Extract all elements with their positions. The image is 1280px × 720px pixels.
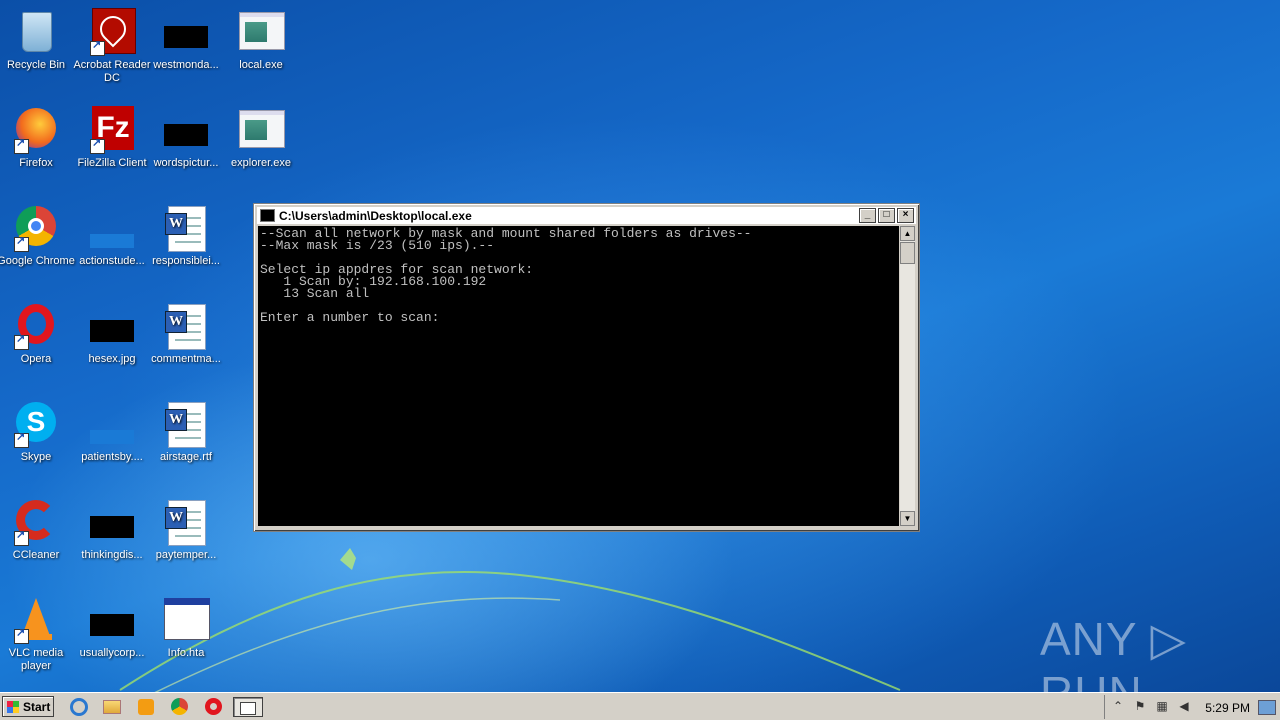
desktop-icon-acrobat[interactable]: Acrobat Reader DC [73,8,151,85]
chrome-icon [12,204,60,252]
image-file-icon [162,8,210,56]
filezilla-icon: Fz [88,106,136,154]
icon-label: commentma... [151,353,221,365]
console-output[interactable]: --Scan all network by mask and mount sha… [258,226,899,526]
opera-icon [12,302,60,350]
taskbar-console-window-button[interactable] [233,697,263,717]
skype-icon: S [12,400,60,448]
icon-label: thinkingdis... [81,549,143,561]
image-file-icon [162,106,210,154]
desktop-icon-westmonda[interactable]: westmonda... [147,8,225,72]
exe-file-icon [237,8,285,56]
desktop-icon-info-hta[interactable]: Info.hta [147,596,225,660]
system-tray: ⌃ ⚑ ▦ ◀ 5:29 PM [1104,695,1280,719]
image-file-icon [88,498,136,546]
icon-label: usuallycorp... [79,647,145,659]
desktop-icon-patientsby[interactable]: patientsby.... [73,400,151,464]
show-desktop-icon[interactable] [1258,700,1276,715]
maximize-button[interactable]: □ [878,208,895,223]
console-app-icon [260,209,275,222]
word-document-icon: W [162,302,210,350]
acrobat-icon [88,8,136,56]
image-file-icon [88,596,136,644]
scrollbar-thumb[interactable] [900,242,915,264]
icon-label: Google Chrome [0,255,75,267]
icon-label: Acrobat Reader DC [73,59,151,84]
hta-window-icon [162,596,210,644]
taskbar-clock[interactable]: 5:29 PM [1205,701,1250,715]
icon-label: paytemper... [155,549,217,561]
desktop-icon-thinkingdis[interactable]: thinkingdis... [73,498,151,562]
desktop-icon-ccleaner[interactable]: CCleaner [0,498,75,562]
icon-label: Opera [20,353,52,365]
taskbar-explorer-folder-icon[interactable] [103,697,123,717]
network-icon[interactable]: ▦ [1155,699,1169,713]
action-center-flag-icon[interactable]: ⚑ [1133,699,1147,713]
word-document-icon: W [162,204,210,252]
desktop-icon-commentma[interactable]: W commentma... [147,302,225,366]
taskbar: Start ⌃ ⚑ ▦ ◀ 5:29 PM [0,692,1280,720]
windows-logo-icon [7,701,19,713]
desktop-icon-airstage[interactable]: W airstage.rtf [147,400,225,464]
icon-label: Info.hta [167,647,205,659]
desktop-icon-explorer-exe[interactable]: explorer.exe [222,106,300,170]
desktop-icon-local-exe[interactable]: local.exe [222,8,300,72]
minimize-button[interactable]: _ [859,208,876,223]
close-button[interactable]: × [897,208,914,223]
desktop-icon-recycle-bin[interactable]: Recycle Bin [0,8,75,72]
console-scrollbar[interactable]: ▲ ▼ [900,226,915,526]
console-window[interactable]: C:\Users\admin\Desktop\local.exe _ □ × -… [253,203,920,532]
ccleaner-icon [12,498,60,546]
desktop-icon-firefox[interactable]: Firefox [0,106,75,170]
taskbar-ie-icon[interactable] [70,697,90,717]
icon-label: westmonda... [153,59,219,71]
desktop-icon-vlc[interactable]: VLC media player [0,596,75,673]
icon-label: FileZilla Client [77,157,147,169]
icon-label: VLC media player [8,647,64,672]
scroll-up-arrow-icon[interactable]: ▲ [900,226,915,241]
taskbar-media-player-icon[interactable] [136,697,156,717]
icon-label: Skype [20,451,52,463]
icon-label: Firefox [19,157,53,169]
volume-icon[interactable]: ◀ [1177,699,1191,713]
desktop-icon-filezilla[interactable]: Fz FileZilla Client [73,106,151,170]
icon-label: CCleaner [12,549,60,561]
exe-file-icon [237,106,285,154]
word-document-icon: W [162,400,210,448]
taskbar-opera-icon[interactable] [204,697,224,717]
console-titlebar[interactable]: C:\Users\admin\Desktop\local.exe _ □ × [257,207,916,224]
icon-label: Recycle Bin [6,59,66,71]
icon-label: local.exe [239,59,283,71]
icon-label: explorer.exe [231,157,291,169]
desktop-icon-skype[interactable]: S Skype [0,400,75,464]
file-thumbnail-icon [88,204,136,252]
file-thumbnail-icon [88,400,136,448]
word-document-icon: W [162,498,210,546]
console-window-title: C:\Users\admin\Desktop\local.exe [279,208,472,223]
icon-label: airstage.rtf [160,451,212,463]
scroll-down-arrow-icon[interactable]: ▼ [900,511,915,526]
icon-label: patientsby.... [81,451,143,463]
icon-label: responsiblei... [152,255,220,267]
start-label: Start [23,700,51,714]
image-file-icon [88,302,136,350]
desktop-icon-usuallycorp[interactable]: usuallycorp... [73,596,151,660]
desktop-icon-opera[interactable]: Opera [0,302,75,366]
desktop-icon-responsiblei[interactable]: W responsiblei... [147,204,225,268]
desktop-icon-paytemper[interactable]: W paytemper... [147,498,225,562]
tray-expand-chevron-icon[interactable]: ⌃ [1111,699,1125,713]
recycle-bin-icon [12,8,60,56]
desktop-icon-wordspictur[interactable]: wordspictur... [147,106,225,170]
desktop-icon-actionstude[interactable]: actionstude... [73,204,151,268]
icon-label: wordspictur... [153,157,219,169]
icon-label: hesex.jpg [88,353,136,365]
taskbar-chrome-icon[interactable] [170,697,190,717]
desktop-icon-google-chrome[interactable]: Google Chrome [0,204,75,268]
icon-label: actionstude... [79,255,145,267]
start-button[interactable]: Start [2,696,54,717]
vlc-cone-icon [12,596,60,644]
firefox-icon [12,106,60,154]
desktop-icon-hesex[interactable]: hesex.jpg [73,302,151,366]
